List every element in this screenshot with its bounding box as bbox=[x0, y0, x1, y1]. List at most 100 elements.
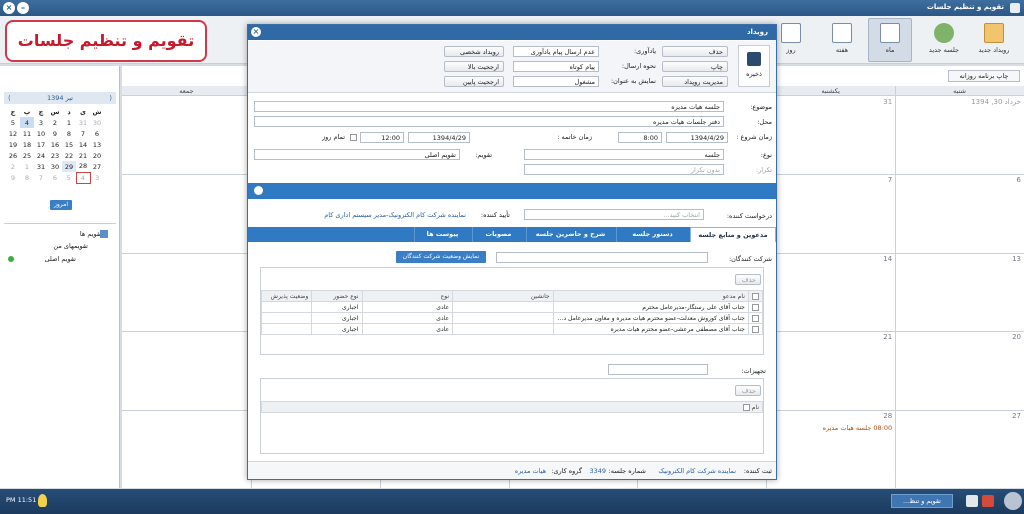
mini-day[interactable]: 7 bbox=[34, 172, 48, 183]
mini-day[interactable]: 15 bbox=[62, 139, 76, 150]
mini-day[interactable]: 1 bbox=[62, 117, 76, 128]
tab-attachments[interactable]: پیوست ها bbox=[414, 227, 470, 242]
end-date-input[interactable]: 1394/4/29 bbox=[408, 132, 470, 143]
week-view-button[interactable]: هفته bbox=[820, 18, 864, 62]
select-all-checkbox[interactable] bbox=[752, 292, 759, 300]
ribbon-delete-button[interactable]: حذف bbox=[662, 46, 728, 57]
mini-day[interactable]: 10 bbox=[34, 128, 48, 139]
bulb-icon[interactable] bbox=[38, 494, 47, 507]
subject-input[interactable]: جلسه هیات مدیره bbox=[254, 101, 724, 112]
tab-agenda[interactable]: دستور جلسه bbox=[616, 227, 688, 242]
mini-day[interactable]: 2 bbox=[48, 117, 62, 128]
day-view-button[interactable]: روز bbox=[776, 18, 806, 62]
mini-day[interactable]: 23 bbox=[48, 150, 62, 161]
start-icon[interactable] bbox=[1004, 492, 1022, 510]
equipment-select-all-checkbox[interactable] bbox=[742, 403, 750, 411]
dialog-close-icon[interactable]: × bbox=[251, 27, 261, 37]
mini-day[interactable]: 27 bbox=[90, 161, 104, 172]
send-method-select[interactable]: پیام کوتاه bbox=[513, 61, 599, 72]
day-number[interactable]: 21 bbox=[883, 333, 892, 341]
mini-day[interactable]: 25 bbox=[20, 150, 34, 161]
mini-day[interactable]: 6 bbox=[90, 128, 104, 139]
day-number[interactable]: 27 bbox=[1012, 412, 1021, 420]
taskbar-app-button[interactable]: تقویم و تنظ... bbox=[891, 494, 953, 508]
new-event-button[interactable]: رویداد جدید bbox=[972, 18, 1016, 62]
today-button[interactable]: امروز bbox=[50, 200, 72, 210]
mini-day[interactable]: 31 bbox=[76, 117, 90, 128]
participant-row[interactable]: اجباری عادی جناب آقای مصطفی مرعشی-عضو محتر… bbox=[260, 323, 764, 335]
location-input[interactable]: دفتر جلسات هیات مدیره bbox=[254, 116, 724, 127]
participants-column-header[interactable]: نوع حضور bbox=[311, 290, 363, 302]
requester-select[interactable]: انتخاب کنید... bbox=[524, 209, 704, 220]
row-checkbox[interactable] bbox=[752, 314, 759, 322]
save-button[interactable]: ذخیره bbox=[738, 45, 770, 87]
repeat-select[interactable]: بدون تکرار bbox=[524, 164, 724, 175]
day-number[interactable]: خرداد 30, 1394 bbox=[971, 98, 1021, 106]
end-time-input[interactable]: 12:00 bbox=[360, 132, 404, 143]
tree-main-calendar[interactable]: تقویم اصلی bbox=[44, 255, 76, 263]
equipment-select[interactable] bbox=[608, 364, 708, 375]
day-number[interactable]: 31 bbox=[883, 98, 892, 106]
allday-checkbox[interactable] bbox=[350, 134, 357, 141]
mini-day[interactable]: 5 bbox=[62, 172, 76, 183]
day-number[interactable]: 20 bbox=[1012, 333, 1021, 341]
mini-day[interactable]: 8 bbox=[62, 128, 76, 139]
mini-day[interactable]: 22 bbox=[62, 150, 76, 161]
grid-icon[interactable] bbox=[982, 495, 994, 507]
mini-day[interactable]: 30 bbox=[90, 117, 104, 128]
mini-day[interactable]: 24 bbox=[34, 150, 48, 161]
participants-column-header[interactable]: وضعیت پذیرش bbox=[260, 290, 313, 302]
ribbon-category-button[interactable]: مدیریت رویداد bbox=[662, 76, 728, 87]
ribbon-print-button[interactable]: چاپ bbox=[662, 61, 728, 72]
day-number[interactable]: 7 bbox=[888, 176, 892, 184]
new-meeting-button[interactable]: جلسه جدید bbox=[922, 18, 966, 62]
mini-day[interactable]: 26 bbox=[6, 150, 20, 161]
mini-day[interactable]: 4 bbox=[75, 171, 91, 184]
tree-root[interactable]: تقویم ها bbox=[80, 230, 102, 238]
row-checkbox[interactable] bbox=[752, 303, 759, 311]
mini-day[interactable]: 8 bbox=[20, 172, 34, 183]
mini-day[interactable]: 3 bbox=[34, 117, 48, 128]
mini-day[interactable]: 9 bbox=[6, 172, 20, 183]
mini-day[interactable]: 9 bbox=[48, 128, 62, 139]
month-view-button[interactable]: ماه bbox=[868, 18, 912, 62]
tab-invitees[interactable]: مدعوین و منابع جلسه bbox=[690, 227, 776, 242]
mini-day[interactable]: 16 bbox=[48, 139, 62, 150]
mini-day[interactable]: 6 bbox=[48, 172, 62, 183]
type-select[interactable]: جلسه bbox=[524, 149, 724, 160]
calendar-icon[interactable] bbox=[966, 495, 978, 507]
mini-day[interactable]: 28 bbox=[76, 161, 90, 172]
mini-day[interactable]: 18 bbox=[20, 139, 34, 150]
participants-column-header[interactable]: جانشین bbox=[452, 290, 554, 302]
mini-day[interactable]: 2 bbox=[6, 161, 20, 172]
print-daily-button[interactable]: چاپ برنامه روزانه bbox=[948, 70, 1020, 82]
tab-minutes[interactable]: شرح و حاضرین جلسه bbox=[526, 227, 614, 242]
equipment-delete-button[interactable]: حذف bbox=[735, 385, 761, 396]
priority-low-button[interactable]: ارجحیت پایین bbox=[444, 76, 504, 87]
calendar-event[interactable]: 08:00 جلسه هیات مدیره bbox=[823, 424, 893, 432]
start-time-input[interactable]: 8:00 bbox=[618, 132, 662, 143]
mini-day[interactable]: 1 bbox=[20, 161, 34, 172]
row-checkbox[interactable] bbox=[752, 325, 759, 333]
mini-day[interactable]: 29 bbox=[62, 161, 76, 172]
mini-day[interactable]: 30 bbox=[48, 161, 62, 172]
next-month-icon[interactable]: ⟩ bbox=[109, 92, 112, 104]
mini-day[interactable]: 20 bbox=[90, 150, 104, 161]
start-date-input[interactable]: 1394/4/29 bbox=[666, 132, 728, 143]
mini-day[interactable]: 11 bbox=[20, 128, 34, 139]
mini-day[interactable]: 5 bbox=[6, 117, 20, 128]
priority-high-button[interactable]: ارجحیت بالا bbox=[444, 61, 504, 72]
close-icon[interactable]: × bbox=[3, 2, 15, 14]
participants-column-header[interactable]: نوع bbox=[361, 290, 454, 302]
day-number[interactable]: 13 bbox=[1012, 255, 1021, 263]
day-number[interactable]: 6 bbox=[1017, 176, 1021, 184]
mini-day[interactable]: 21 bbox=[76, 150, 90, 161]
tree-my-calendars[interactable]: تقویمهای من bbox=[53, 242, 88, 250]
minimize-icon[interactable]: – bbox=[17, 2, 29, 14]
participant-row[interactable]: اجباری عادی جناب آقای علی رستگار-مدیرعامل … bbox=[260, 301, 764, 313]
day-number[interactable]: 14 bbox=[883, 255, 892, 263]
mini-day[interactable]: 13 bbox=[90, 139, 104, 150]
reminder-select[interactable]: عدم ارسال پیام یادآوری bbox=[513, 46, 599, 57]
calendar-select[interactable]: تقویم اصلی bbox=[254, 149, 460, 160]
mini-day[interactable]: 19 bbox=[6, 139, 20, 150]
